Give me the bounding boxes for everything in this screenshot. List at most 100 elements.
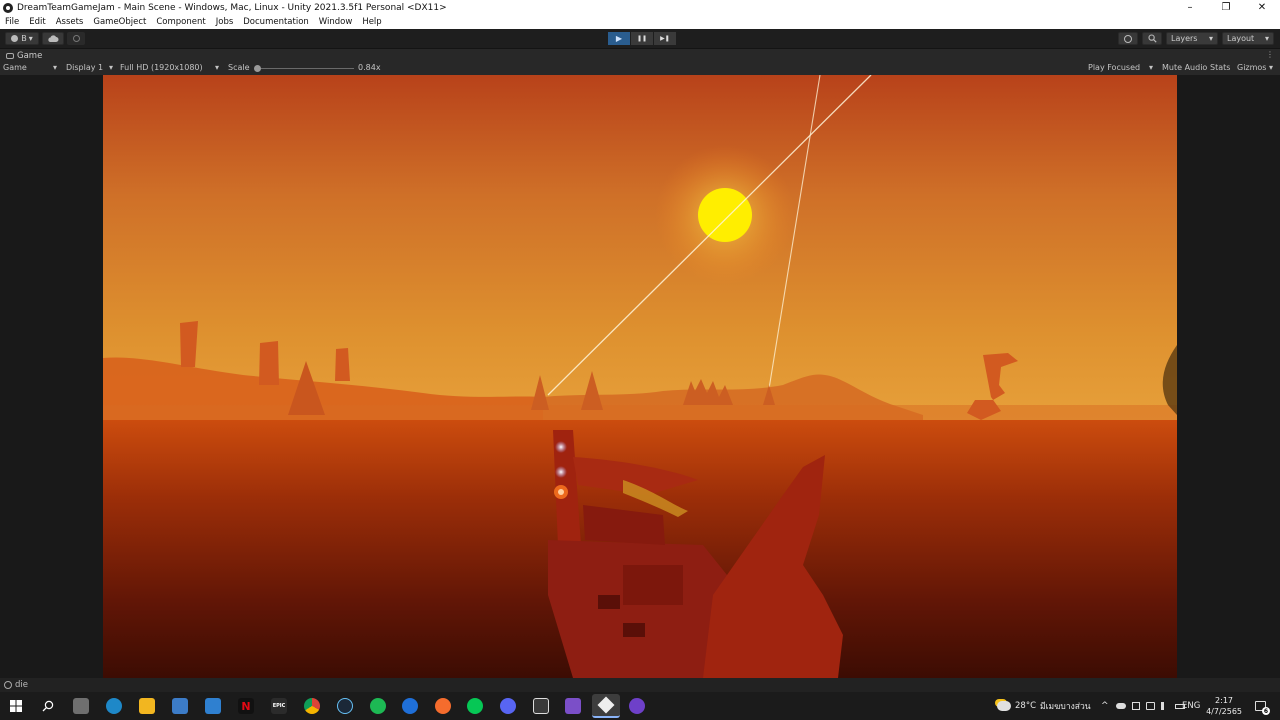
- weather-widget[interactable]: 28°C มีเมฆบางส่วน: [997, 692, 1091, 720]
- boat-seat: [623, 623, 645, 637]
- unity-cube-icon: [597, 696, 615, 714]
- menu-file[interactable]: File: [0, 17, 24, 27]
- windows-start-icon[interactable]: [8, 698, 24, 714]
- play-focused-dropdown[interactable]: Play Focused: [1088, 63, 1140, 72]
- clock-date: 4/7/2565: [1206, 707, 1242, 716]
- unity-icon[interactable]: [592, 694, 620, 718]
- stats-toggle[interactable]: Stats: [1210, 63, 1230, 72]
- pause-button[interactable]: ❚❚: [631, 32, 653, 45]
- play-button[interactable]: ▶: [608, 32, 630, 45]
- tab-game[interactable]: Game: [0, 51, 42, 61]
- menu-jobs[interactable]: Jobs: [211, 17, 239, 27]
- gizmos-chevron-icon[interactable]: ▾: [1269, 63, 1273, 72]
- console-status-bar[interactable]: die: [0, 678, 1280, 692]
- discord-icon[interactable]: [500, 698, 516, 714]
- unity-logo-icon: [3, 2, 13, 13]
- display-label: Display 1: [66, 63, 104, 72]
- volume-icon[interactable]: [1161, 702, 1169, 710]
- cloud-button[interactable]: [42, 32, 64, 45]
- steam-icon[interactable]: [337, 698, 353, 714]
- title-bar: DreamTeamGameJam - Main Scene - Windows,…: [0, 0, 1280, 15]
- store-icon[interactable]: [172, 698, 188, 714]
- scale-label: Scale: [228, 63, 250, 72]
- github-icon[interactable]: [629, 698, 645, 714]
- scale-slider-handle[interactable]: [253, 65, 261, 72]
- console-info-icon: [4, 681, 12, 689]
- play-focused-label: Play Focused: [1088, 63, 1141, 72]
- collab-button[interactable]: [67, 32, 85, 45]
- menu-component[interactable]: Component: [151, 17, 210, 27]
- close-button[interactable]: ✕: [1244, 0, 1280, 15]
- display-chevron-icon: ▾: [109, 63, 114, 72]
- display-icon[interactable]: [1146, 702, 1155, 710]
- game-mode-dropdown[interactable]: Game: [3, 63, 27, 72]
- file-explorer-icon[interactable]: [139, 698, 155, 714]
- origin-icon[interactable]: [435, 698, 451, 714]
- network-icon[interactable]: [1132, 702, 1140, 710]
- minimize-button[interactable]: –: [1172, 0, 1208, 15]
- tray-overflow-chevron[interactable]: ^: [1101, 692, 1109, 720]
- menu-help[interactable]: Help: [357, 17, 386, 27]
- boat-lantern-core: [558, 489, 564, 495]
- rock-pillar: [180, 321, 198, 367]
- tab-game-label: Game: [17, 50, 43, 61]
- history-button[interactable]: [1118, 32, 1138, 45]
- layout-label: Layout: [1227, 34, 1255, 43]
- menu-documentation[interactable]: Documentation: [238, 17, 314, 27]
- spotify-icon[interactable]: [370, 698, 386, 714]
- edge-icon[interactable]: [106, 698, 122, 714]
- layers-dropdown[interactable]: Layers ▾: [1166, 32, 1218, 45]
- layout-dropdown[interactable]: Layout ▾: [1222, 32, 1274, 45]
- menu-window[interactable]: Window: [314, 17, 358, 27]
- mute-audio-toggle[interactable]: Mute Audio: [1162, 63, 1207, 72]
- scale-value: 0.84x: [358, 63, 381, 72]
- layout-chevron-icon: ▾: [1264, 34, 1269, 43]
- scale-slider-track[interactable]: [256, 68, 354, 69]
- unity-hub-icon[interactable]: [533, 698, 549, 714]
- account-dropdown[interactable]: B ▾: [5, 32, 39, 45]
- menu-bar: File Edit Assets GameObject Component Jo…: [0, 15, 1280, 29]
- onedrive-icon[interactable]: [1116, 703, 1126, 709]
- chrome-icon[interactable]: [304, 698, 320, 714]
- game-scene: [103, 75, 1177, 678]
- search-button[interactable]: [1142, 32, 1162, 45]
- tab-bar: Game ⋮: [0, 49, 1280, 62]
- game-mode-chevron-icon: ▾: [53, 63, 58, 72]
- mail-icon[interactable]: [205, 698, 221, 714]
- resolution-dropdown[interactable]: Full HD (1920x1080): [120, 63, 203, 72]
- account-label: B: [21, 34, 27, 43]
- display-dropdown[interactable]: Display 1: [66, 63, 103, 72]
- system-tray: [1116, 692, 1185, 720]
- collab-icon: [72, 35, 80, 42]
- maximize-button[interactable]: ❐: [1208, 0, 1244, 15]
- menu-assets[interactable]: Assets: [51, 17, 89, 27]
- game-view[interactable]: [103, 75, 1177, 678]
- windows-logo: [10, 700, 22, 712]
- history-icon: [1124, 34, 1132, 43]
- netflix-icon[interactable]: N: [238, 698, 254, 714]
- app-icon[interactable]: [402, 698, 418, 714]
- line-icon[interactable]: [467, 698, 483, 714]
- rock-pillar: [259, 341, 279, 385]
- notification-center-icon[interactable]: 6: [1252, 698, 1270, 715]
- resolution-chevron-icon: ▾: [215, 63, 220, 72]
- game-mode-label: Game: [3, 63, 27, 72]
- menu-gameobject[interactable]: GameObject: [88, 17, 151, 27]
- clock[interactable]: 2:17 4/7/2565: [1206, 695, 1242, 717]
- weather-description: มีเมฆบางส่วน: [1040, 702, 1091, 712]
- epic-games-icon[interactable]: EPIC: [271, 698, 287, 714]
- window-title: DreamTeamGameJam - Main Scene - Windows,…: [17, 2, 447, 13]
- cortana-icon[interactable]: [73, 698, 89, 714]
- tab-menu-icon[interactable]: ⋮: [1266, 50, 1274, 59]
- gamepad-icon: [6, 52, 14, 59]
- step-button[interactable]: ▶❚: [654, 32, 676, 45]
- boat-light: [555, 466, 567, 478]
- search-icon[interactable]: [40, 698, 56, 714]
- windows-taskbar: N EPIC 28°C มีเมฆบางส่วน ^ ENG 2:17 4/7/…: [0, 692, 1280, 720]
- visual-studio-icon[interactable]: [565, 698, 581, 714]
- language-indicator[interactable]: ENG: [1182, 692, 1200, 720]
- gizmos-toggle[interactable]: Gizmos: [1237, 63, 1266, 72]
- menu-edit[interactable]: Edit: [24, 17, 50, 27]
- boat-seat: [598, 595, 620, 609]
- layers-label: Layers: [1171, 34, 1198, 43]
